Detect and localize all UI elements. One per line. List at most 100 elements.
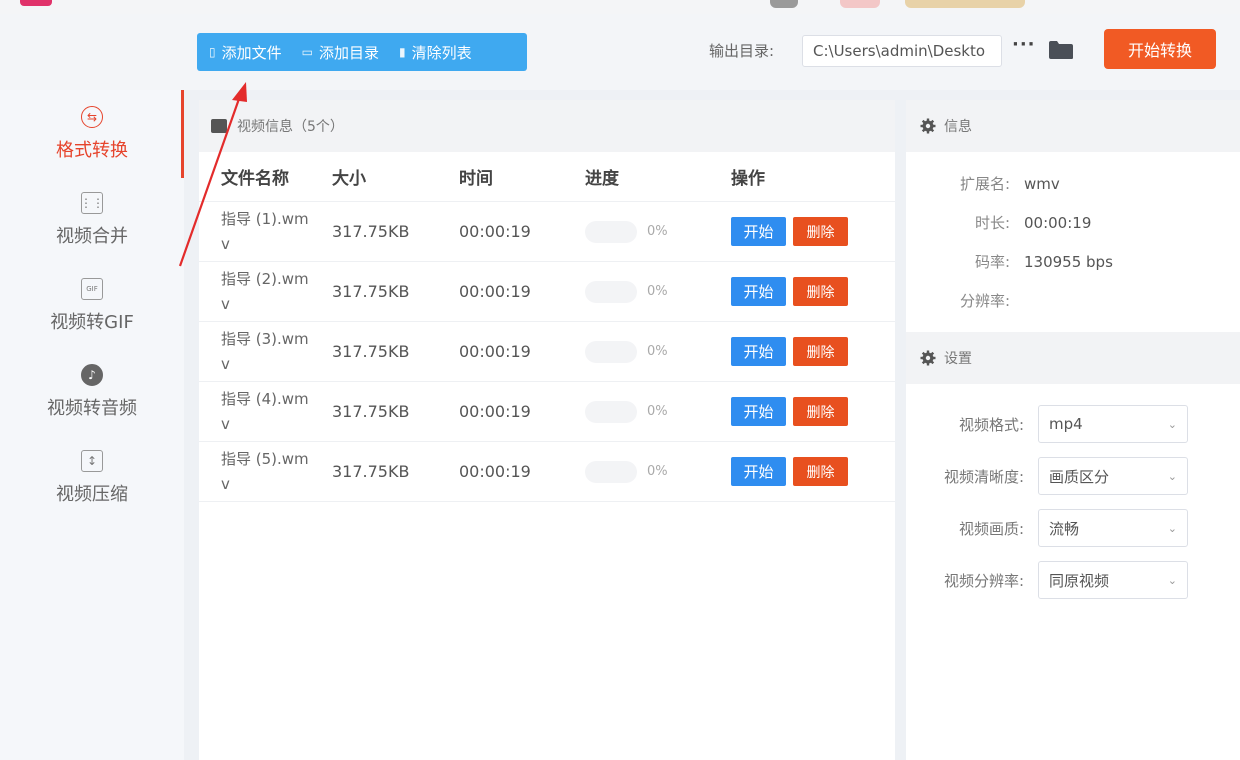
setting-label: 视频格式: bbox=[958, 415, 1024, 434]
file-list-title: 视频信息（5个） bbox=[237, 119, 344, 135]
blurred-avatar bbox=[840, 0, 880, 8]
row-start-button[interactable]: 开始 bbox=[731, 397, 786, 426]
start-convert-button[interactable]: 开始转换 bbox=[1104, 29, 1216, 69]
sidebar-item-video-compress[interactable]: ↕ 视频压缩 bbox=[0, 434, 184, 520]
row-delete-button[interactable]: 删除 bbox=[793, 457, 848, 486]
chevron-down-icon: ⌄ bbox=[1167, 521, 1177, 535]
file-size: 317.75KB bbox=[332, 222, 410, 241]
add-file-button[interactable]: ▯ 添加文件 bbox=[209, 42, 282, 63]
output-dir-field[interactable]: C:\Users\admin\Deskto bbox=[802, 35, 1002, 67]
setting-label: 视频清晰度: bbox=[943, 467, 1024, 486]
convert-icon: ⇆ bbox=[81, 106, 103, 128]
file-actions-group: ▯ 添加文件 ▭ 添加目录 ▮ 清除列表 bbox=[197, 33, 527, 71]
row-delete-button[interactable]: 删除 bbox=[793, 337, 848, 366]
row-start-button[interactable]: 开始 bbox=[731, 277, 786, 306]
table-row: 指导 (2).wmv 317.75KB 00:00:19 0% 开始 删除 bbox=[199, 262, 895, 322]
setting-label: 视频画质: bbox=[958, 519, 1024, 538]
sidebar-item-label: 视频合并 bbox=[56, 226, 128, 247]
sidebar-item-label: 视频转GIF bbox=[50, 312, 134, 333]
progress-percent: 0% bbox=[647, 344, 668, 359]
gear-icon bbox=[920, 350, 936, 366]
file-size: 317.75KB bbox=[332, 282, 410, 301]
folder-outline-icon: ▭ bbox=[301, 45, 313, 59]
table-header: 文件名称 大小 时间 进度 操作 bbox=[199, 152, 895, 202]
info-panel: 信息 扩展名: wmv 时长: 00:00:19 码率: 130955 bps 分辨率… bbox=[906, 100, 1240, 760]
info-extension: 扩展名: wmv bbox=[959, 174, 1060, 194]
sidebar-item-video-to-gif[interactable]: GIF 视频转GIF bbox=[0, 262, 184, 348]
row-start-button[interactable]: 开始 bbox=[731, 457, 786, 486]
progress-bar bbox=[585, 220, 637, 243]
clear-list-label: 清除列表 bbox=[411, 43, 472, 62]
trash-icon: ▮ bbox=[398, 45, 406, 59]
row-start-button[interactable]: 开始 bbox=[731, 337, 786, 366]
info-duration: 时长: 00:00:19 bbox=[974, 213, 1092, 233]
active-indicator bbox=[181, 90, 184, 178]
image-icon bbox=[211, 119, 227, 133]
file-icon: ▯ bbox=[209, 45, 216, 59]
sidebar-item-label: 格式转换 bbox=[56, 140, 128, 161]
file-duration: 00:00:19 bbox=[459, 342, 531, 361]
add-directory-button[interactable]: ▭ 添加目录 bbox=[302, 42, 379, 63]
column-header: 大小 bbox=[332, 169, 366, 189]
file-size: 317.75KB bbox=[332, 402, 410, 421]
sidebar-item-format-convert[interactable]: ⇆ 格式转换 bbox=[0, 90, 184, 176]
chevron-down-icon: ⌄ bbox=[1167, 469, 1177, 483]
file-name: 指导 (3).wmv bbox=[221, 329, 309, 373]
column-header: 操作 bbox=[731, 169, 765, 189]
setting-video-quality: 视频画质: 流畅 ⌄ bbox=[906, 502, 1240, 554]
settings-title: 设置 bbox=[944, 351, 972, 367]
merge-icon: ⋮⋮ bbox=[80, 192, 104, 214]
video-quality-select[interactable]: 流畅 ⌄ bbox=[1038, 509, 1188, 547]
sidebar-item-video-to-audio[interactable]: ♪ 视频转音频 bbox=[0, 348, 184, 434]
file-list-panel: 视频信息（5个） 文件名称 大小 时间 进度 操作 指导 (1).wmv 317… bbox=[199, 100, 895, 760]
progress-bar bbox=[585, 460, 637, 483]
video-resolution-select[interactable]: 同原视频 ⌄ bbox=[1038, 561, 1188, 599]
file-duration: 00:00:19 bbox=[459, 462, 531, 481]
table-row: 指导 (5).wmv 317.75KB 00:00:19 0% 开始 删除 bbox=[199, 442, 895, 502]
progress-bar bbox=[585, 280, 637, 303]
progress-percent: 0% bbox=[647, 224, 668, 239]
table-row: 指导 (1).wmv 317.75KB 00:00:19 0% 开始 删除 bbox=[199, 202, 895, 262]
row-delete-button[interactable]: 删除 bbox=[793, 217, 848, 246]
window-top-strip bbox=[0, 0, 1240, 14]
blurred-avatar bbox=[770, 0, 798, 8]
column-header: 时间 bbox=[459, 169, 493, 189]
row-delete-button[interactable]: 删除 bbox=[793, 277, 848, 306]
chevron-down-icon: ⌄ bbox=[1167, 573, 1177, 587]
column-header: 文件名称 bbox=[221, 169, 289, 189]
sidebar: ⇆ 格式转换 ⋮⋮ 视频合并 GIF 视频转GIF ♪ 视频转音频 ↕ 视频压缩 bbox=[0, 90, 184, 760]
setting-label: 视频分辨率: bbox=[943, 571, 1024, 590]
sidebar-item-label: 视频转音频 bbox=[47, 398, 137, 419]
row-start-button[interactable]: 开始 bbox=[731, 217, 786, 246]
gear-icon bbox=[920, 118, 936, 134]
progress-percent: 0% bbox=[647, 464, 668, 479]
setting-video-clarity: 视频清晰度: 画质区分 ⌄ bbox=[906, 450, 1240, 502]
settings-section-header: 设置 bbox=[906, 332, 1240, 384]
compress-icon: ↕ bbox=[81, 450, 103, 472]
setting-video-resolution: 视频分辨率: 同原视频 ⌄ bbox=[906, 554, 1240, 606]
table-row: 指导 (3).wmv 317.75KB 00:00:19 0% 开始 删除 bbox=[199, 322, 895, 382]
add-directory-label: 添加目录 bbox=[318, 43, 379, 62]
blurred-banner bbox=[905, 0, 1025, 8]
file-size: 317.75KB bbox=[332, 342, 410, 361]
setting-video-format: 视频格式: mp4 ⌄ bbox=[906, 398, 1240, 450]
sidebar-item-label: 视频压缩 bbox=[56, 484, 128, 505]
progress-bar bbox=[585, 400, 637, 423]
clear-list-button[interactable]: ▮ 清除列表 bbox=[399, 42, 472, 63]
column-header: 进度 bbox=[585, 169, 619, 189]
add-file-label: 添加文件 bbox=[221, 43, 282, 62]
video-format-select[interactable]: mp4 ⌄ bbox=[1038, 405, 1188, 443]
file-duration: 00:00:19 bbox=[459, 282, 531, 301]
file-duration: 00:00:19 bbox=[459, 222, 531, 241]
app-logo bbox=[20, 0, 52, 6]
gif-icon: GIF bbox=[81, 278, 103, 300]
more-options-button[interactable]: ··· bbox=[1012, 34, 1036, 55]
chevron-down-icon: ⌄ bbox=[1167, 417, 1177, 431]
audio-icon: ♪ bbox=[81, 364, 103, 386]
info-title: 信息 bbox=[944, 119, 972, 135]
row-delete-button[interactable]: 删除 bbox=[793, 397, 848, 426]
file-name: 指导 (4).wmv bbox=[221, 389, 309, 433]
video-clarity-select[interactable]: 画质区分 ⌄ bbox=[1038, 457, 1188, 495]
folder-icon[interactable] bbox=[1048, 40, 1074, 60]
sidebar-item-video-merge[interactable]: ⋮⋮ 视频合并 bbox=[0, 176, 184, 262]
